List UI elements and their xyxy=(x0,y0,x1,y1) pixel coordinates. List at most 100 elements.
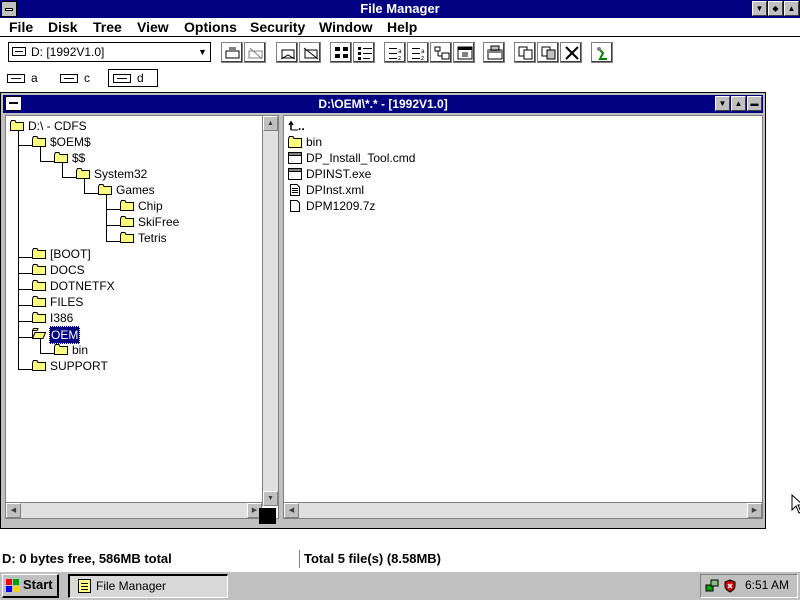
connect-network-drive-button[interactable] xyxy=(221,42,243,63)
tree-node-label: System32 xyxy=(94,167,148,181)
sort-by-type-button[interactable]: az xyxy=(407,42,429,63)
new-window-button[interactable] xyxy=(483,42,505,63)
window-title: File Manager xyxy=(360,1,440,16)
run-icon xyxy=(597,47,607,60)
tree-line xyxy=(18,257,32,258)
drive-bar: a c d xyxy=(0,67,800,89)
sort-by-name-button[interactable]: az xyxy=(384,42,406,63)
tree-node-label: D:\ - CDFS xyxy=(28,119,87,133)
directory-tree-pane[interactable]: D:\ - CDFS $OEM$ $$ System32 Games Chip xyxy=(5,115,279,519)
folder-icon xyxy=(32,296,46,307)
restore-button[interactable]: ◆ xyxy=(768,1,783,16)
menu-view[interactable]: View xyxy=(137,19,169,35)
child-minimize-button[interactable]: ▼ xyxy=(715,96,730,111)
menu-disk[interactable]: Disk xyxy=(48,19,78,35)
security-shield-icon[interactable] xyxy=(723,579,737,593)
menu-bar: File Disk Tree View Options Security Win… xyxy=(0,18,800,37)
close-button[interactable]: ▲ xyxy=(784,1,799,16)
scroll-up-button[interactable]: ▲ xyxy=(263,116,278,131)
drive-icon xyxy=(12,47,26,56)
chevron-down-icon[interactable]: ▼ xyxy=(194,43,210,61)
tree-horizontal-scrollbar[interactable]: ◀ ▶ xyxy=(6,502,262,518)
menu-file[interactable]: File xyxy=(9,19,33,35)
child-maximize-button[interactable]: ▲ xyxy=(731,96,746,111)
drive-a[interactable]: a xyxy=(2,69,42,87)
stop-sharing-button[interactable] xyxy=(299,42,321,63)
file-name: DPINST.exe xyxy=(306,167,372,181)
folder-icon xyxy=(288,136,302,148)
tree-line xyxy=(18,337,32,338)
svg-text:a: a xyxy=(421,48,425,55)
tree-node-label: bin xyxy=(72,343,89,357)
scroll-down-button[interactable]: ▼ xyxy=(263,491,278,506)
open-folder-icon xyxy=(32,328,46,339)
folder-icon xyxy=(120,200,134,211)
delete-button[interactable] xyxy=(560,42,582,63)
file-manager-icon xyxy=(78,579,91,593)
start-label: Start xyxy=(23,577,53,592)
tree-line xyxy=(84,193,98,194)
drive-d[interactable]: d xyxy=(108,69,158,87)
tree-line xyxy=(18,128,19,369)
copy-button[interactable] xyxy=(514,42,536,63)
run-button[interactable] xyxy=(591,42,613,63)
tree-node-label: FILES xyxy=(50,295,84,309)
tree-vertical-scrollbar[interactable]: ▲ ▼ xyxy=(262,116,278,506)
task-button-file-manager[interactable]: File Manager xyxy=(68,574,228,598)
menu-options[interactable]: Options xyxy=(184,19,237,35)
menu-help[interactable]: Help xyxy=(387,19,417,35)
delete-icon xyxy=(565,46,579,60)
child-close-button[interactable]: ▬ xyxy=(747,96,762,111)
file-name: DP_Install_Tool.cmd xyxy=(306,151,416,165)
folder-icon xyxy=(120,216,134,227)
folder-icon xyxy=(32,312,46,323)
menu-window[interactable]: Window xyxy=(319,19,373,35)
drive-selector[interactable]: D: [1992V1.0] ▼ xyxy=(8,42,211,62)
menu-tree[interactable]: Tree xyxy=(93,19,122,35)
network-tray-icon[interactable] xyxy=(705,579,719,593)
tree-line xyxy=(40,145,41,161)
sort-by-size-button[interactable] xyxy=(430,42,452,63)
toolbar: D: [1992V1.0] ▼ az az xyxy=(0,38,800,67)
tree-node-label: I386 xyxy=(50,311,74,325)
tree-line xyxy=(18,305,32,306)
main-title-bar[interactable]: File Manager ▼ ◆ ▲ xyxy=(0,0,800,18)
file-list-pane[interactable]: .. bin DP_Install_Tool.cmd DPINST.exe DP… xyxy=(283,115,763,519)
view-list-button[interactable] xyxy=(353,42,375,63)
splitter-handle[interactable] xyxy=(259,508,276,524)
scroll-left-button[interactable]: ◀ xyxy=(6,503,21,518)
sort-by-date-button[interactable] xyxy=(453,42,475,63)
tree-node-label: Games xyxy=(116,183,155,197)
start-button[interactable]: Start xyxy=(2,574,59,598)
copy-icon xyxy=(518,46,533,60)
menu-security[interactable]: Security xyxy=(250,19,305,35)
tree-node-label: DOCS xyxy=(50,263,85,277)
mouse-cursor-icon xyxy=(791,494,800,514)
floppy-drive-icon xyxy=(7,74,25,83)
tree-node-label: Tetris xyxy=(138,231,167,245)
drive-selector-value: D: [1992V1.0] xyxy=(31,45,105,59)
folder-icon xyxy=(32,264,46,275)
tree-node-label: $OEM$ xyxy=(50,135,91,149)
program-icon xyxy=(288,168,302,180)
directory-window-title-bar[interactable]: D:\OEM\*.* - [1992V1.0] ▼ ▲ ▬ xyxy=(3,95,763,113)
svg-text:a: a xyxy=(398,48,402,55)
folder-icon xyxy=(54,152,68,163)
share-icon xyxy=(280,49,296,60)
svg-text:z: z xyxy=(398,55,401,61)
tree-line xyxy=(106,225,120,226)
file-name: DPInst.xml xyxy=(306,183,365,197)
drive-c[interactable]: c xyxy=(55,69,97,87)
file-list-horizontal-scrollbar[interactable]: ◀ ▶ xyxy=(284,502,762,518)
share-as-button[interactable] xyxy=(276,42,298,63)
minimize-button[interactable]: ▼ xyxy=(752,1,767,16)
tree-line xyxy=(106,209,120,210)
disconnect-network-drive-button[interactable] xyxy=(244,42,266,63)
directory-window: D:\OEM\*.* - [1992V1.0] ▼ ▲ ▬ D:\ - CDFS… xyxy=(0,92,766,529)
sort-name-icon: az xyxy=(389,48,402,61)
scroll-left-button[interactable]: ◀ xyxy=(284,503,299,518)
move-button[interactable] xyxy=(537,42,559,63)
scroll-right-button[interactable]: ▶ xyxy=(747,503,762,518)
view-large-icons-button[interactable] xyxy=(330,42,352,63)
tree-line xyxy=(18,273,32,274)
